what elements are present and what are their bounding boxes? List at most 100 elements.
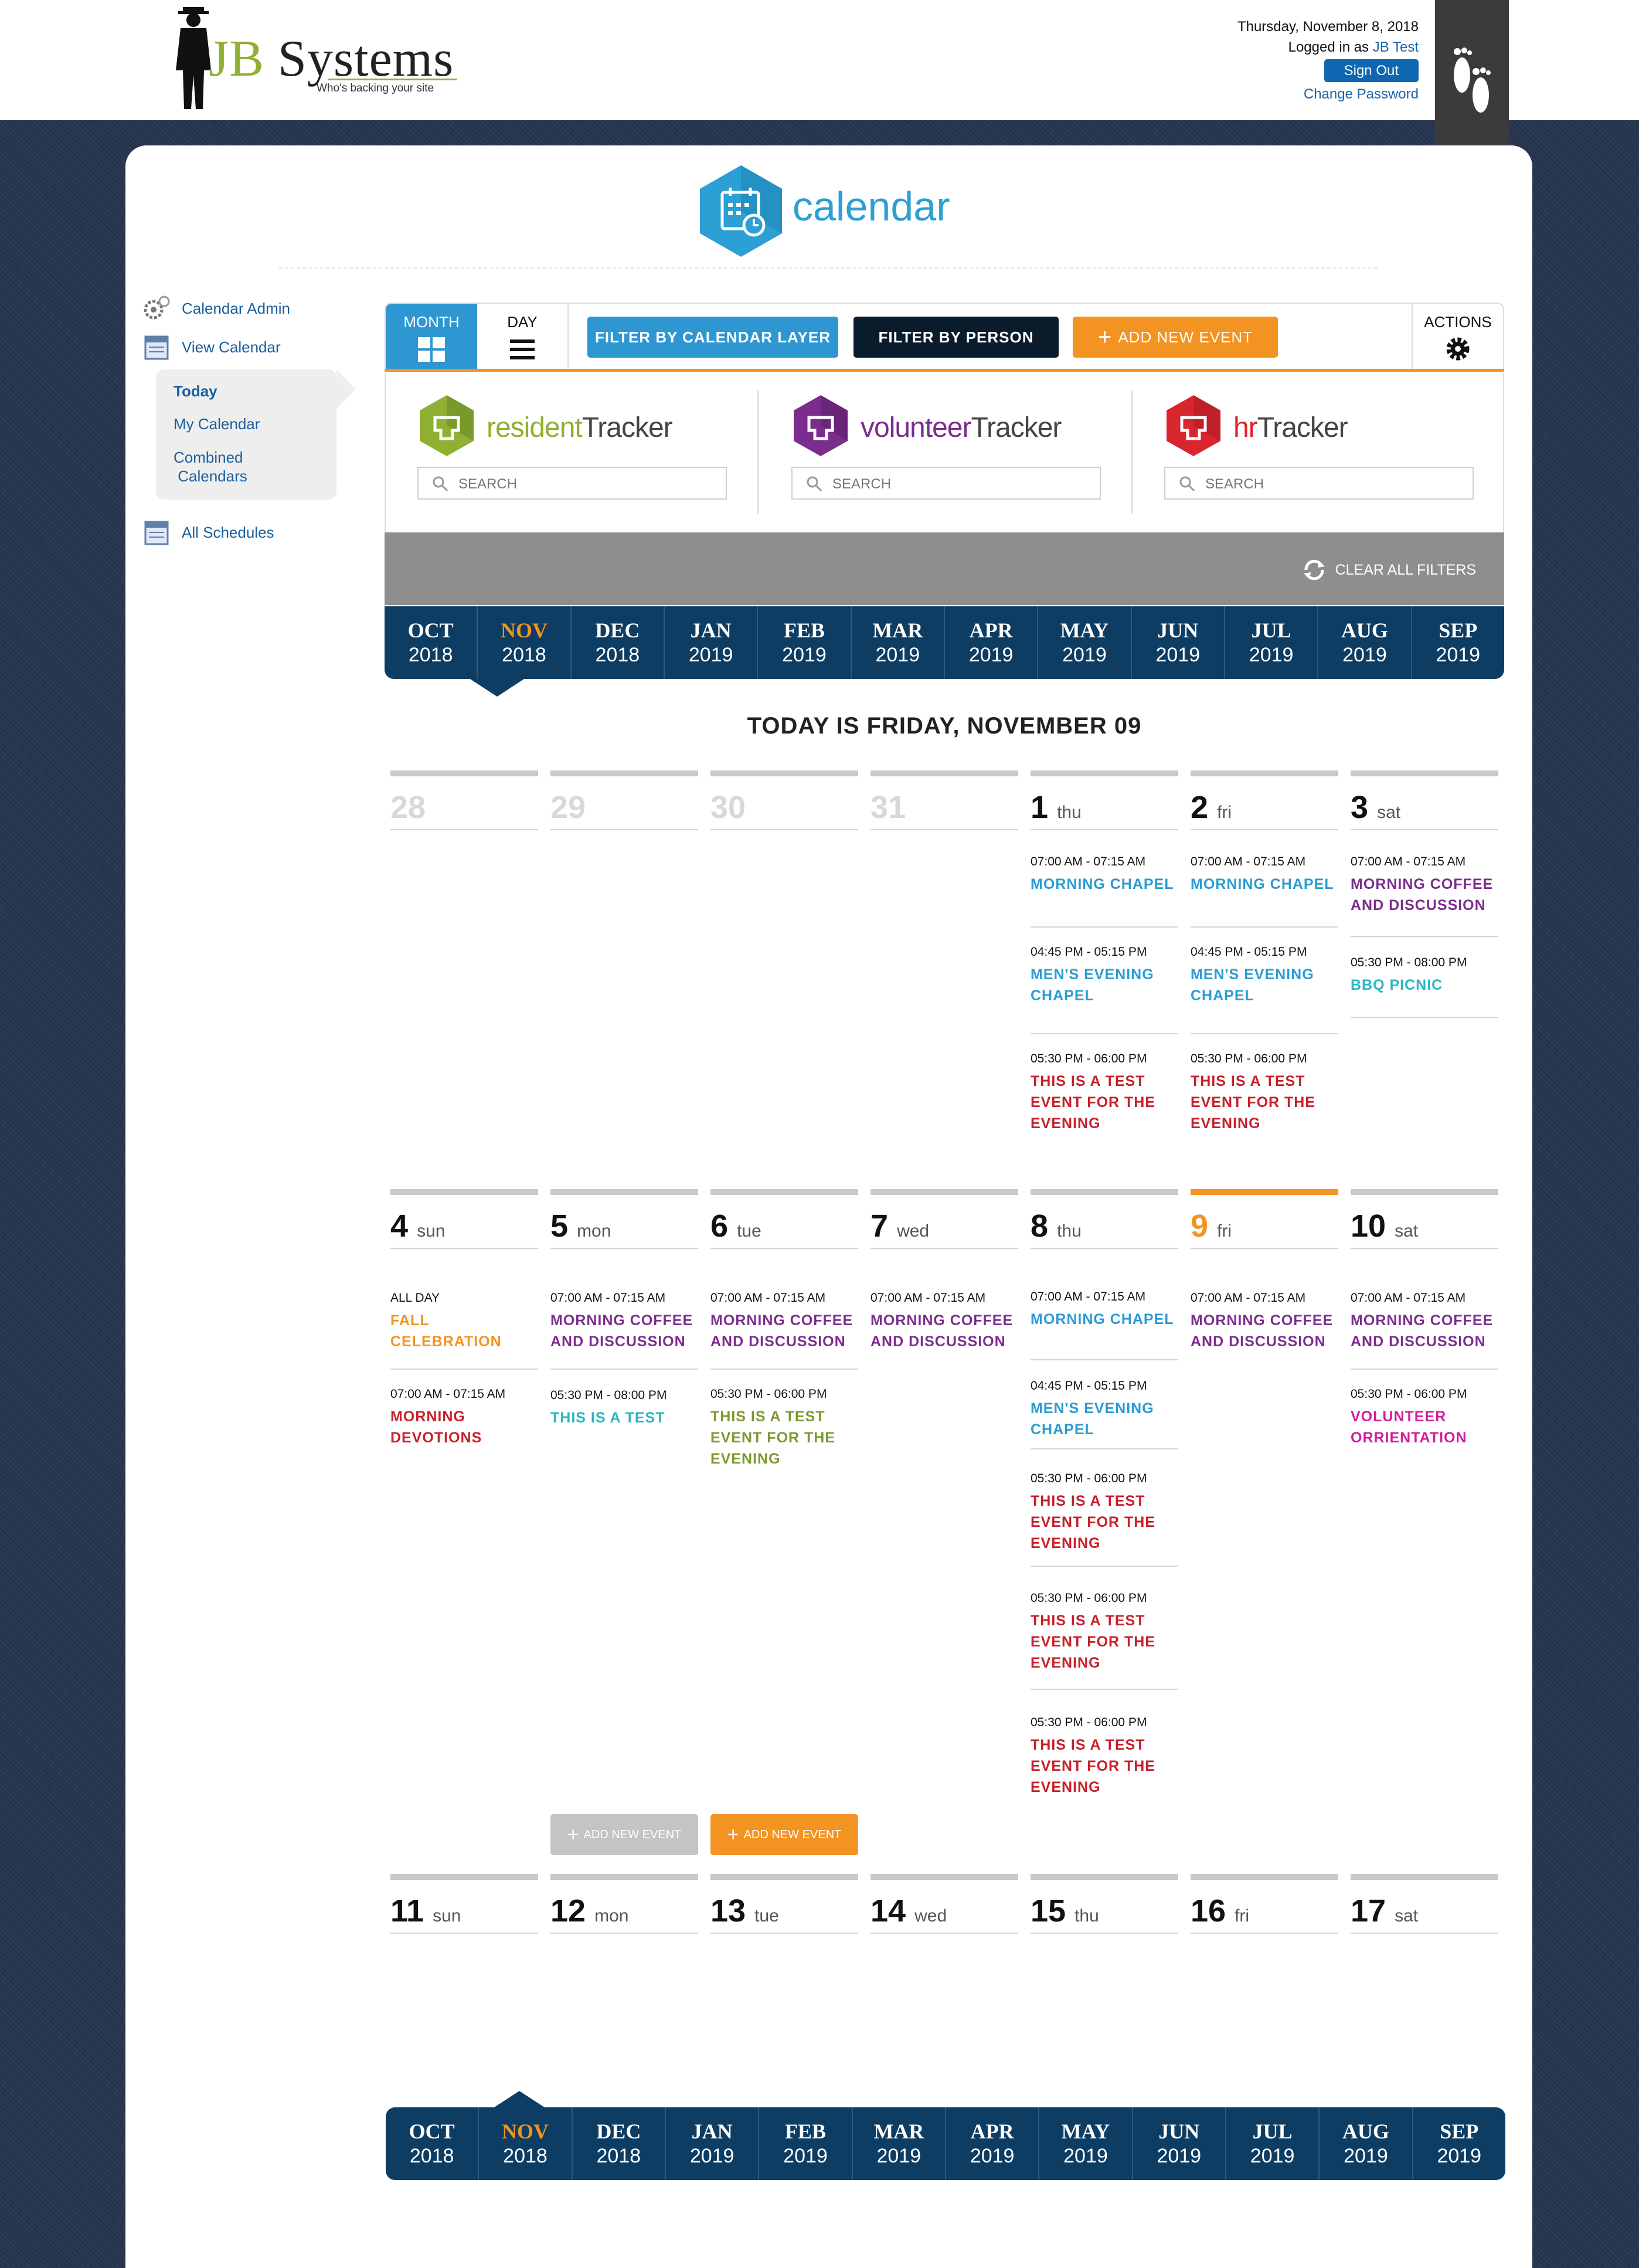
day-cell[interactable]: 10 sat — [1351, 1189, 1498, 1249]
month-tab-aug-2019[interactable]: AUG 2019 — [1317, 606, 1410, 679]
resident-search-input[interactable]: SEARCH — [417, 467, 727, 500]
month-tab-apr-2019[interactable]: APR 2019 — [944, 2107, 1038, 2180]
calendar-event[interactable]: 04:45 PM - 05:15 PM MEN'S EVENING CHAPEL — [1031, 945, 1178, 1006]
month-tab-aug-2019[interactable]: AUG 2019 — [1318, 2107, 1412, 2180]
month-tab-mar-2019[interactable]: MAR 2019 — [851, 2107, 945, 2180]
sidebar-item-all-schedules[interactable]: All Schedules — [141, 518, 274, 546]
sidebar-item-calendar-admin[interactable]: Calendar Admin — [141, 294, 290, 322]
add-new-event-button[interactable]: + ADD NEW EVENT — [710, 1814, 858, 1855]
month-tab-jun-2019[interactable]: JUN 2019 — [1130, 606, 1224, 679]
user-link[interactable]: JB Test — [1373, 39, 1419, 55]
month-tab-dec-2018[interactable]: DEC 2018 — [570, 606, 664, 679]
sidebar-item-today[interactable]: Today — [174, 382, 217, 400]
month-tab-nov-2018[interactable]: NOV 2018 — [478, 2107, 571, 2180]
month-tab-feb-2019[interactable]: FEB 2019 — [758, 2107, 851, 2180]
calendar-event[interactable]: 07:00 AM - 07:15 AM MORNING CHAPEL — [1031, 855, 1178, 895]
clear-all-filters-button[interactable]: CLEAR ALL FILTERS — [1301, 558, 1476, 582]
volunteer-search-input[interactable]: SEARCH — [791, 467, 1101, 500]
month-label: FEB — [784, 2120, 826, 2143]
calendar-event[interactable]: 05:30 PM - 08:00 PM BBQ PICNIC — [1351, 956, 1498, 996]
tab-day[interactable]: DAY — [477, 304, 569, 369]
sidebar-item-combined-calendars[interactable]: Combined Calendars — [174, 448, 247, 485]
filter-by-person-button[interactable]: FILTER BY PERSON — [853, 317, 1059, 358]
day-cell[interactable]: 31 — [870, 770, 1018, 830]
calendar-event[interactable]: ALL DAY FALL CELEBRATION — [390, 1291, 538, 1352]
actions-menu[interactable]: ACTIONS — [1412, 304, 1503, 369]
calendar-event[interactable]: 07:00 AM - 07:15 AM MORNING COFFEE AND DIS… — [1191, 1291, 1338, 1352]
sidebar-item-my-calendar[interactable]: My Calendar — [174, 415, 260, 433]
calendar-event[interactable]: 05:30 PM - 08:00 PM THIS IS A TEST — [550, 1388, 698, 1428]
day-cell[interactable]: 11 sun — [390, 1874, 538, 1934]
calendar-event[interactable]: 07:00 AM - 07:15 AM MORNING COFFEE AND DIS… — [1351, 855, 1498, 916]
month-tab-jul-2019[interactable]: JUL 2019 — [1225, 2107, 1318, 2180]
day-cell[interactable]: 2 fri — [1191, 770, 1338, 830]
month-tab-oct-2018[interactable]: OCT 2018 — [386, 2107, 478, 2180]
calendar-event[interactable]: 05:30 PM - 06:00 PM VOLUNTEER ORRIENTATION — [1351, 1387, 1498, 1448]
calendar-event[interactable]: 04:45 PM - 05:15 PM MEN'S EVENING CHAPEL — [1191, 945, 1338, 1006]
day-cell[interactable]: 5 mon — [550, 1189, 698, 1249]
day-cell[interactable]: 1 thu — [1031, 770, 1178, 830]
calendar-event[interactable]: 04:45 PM - 05:15 PM MEN'S EVENING CHAPEL — [1031, 1379, 1178, 1440]
day-bar — [710, 770, 858, 776]
day-cell[interactable]: 9 fri — [1191, 1189, 1338, 1249]
tab-month[interactable]: MONTH — [386, 304, 477, 369]
month-tab-may-2019[interactable]: MAY 2019 — [1037, 606, 1130, 679]
day-cell[interactable]: 13 tue — [710, 1874, 858, 1934]
sign-out-button[interactable]: Sign Out — [1324, 59, 1419, 82]
top-header: JB Systems Who's backing your site Thurs… — [0, 0, 1639, 120]
day-cell[interactable]: 29 — [550, 770, 698, 830]
sidebar-item-view-calendar[interactable]: View Calendar — [141, 333, 281, 361]
refresh-icon — [1303, 559, 1325, 580]
day-cell[interactable]: 14 wed — [870, 1874, 1018, 1934]
day-cell[interactable]: 6 tue — [710, 1189, 858, 1249]
day-cell[interactable]: 8 thu — [1031, 1189, 1178, 1249]
day-number: 17 sat — [1351, 1880, 1498, 1934]
month-tab-sep-2019[interactable]: SEP 2019 — [1410, 606, 1504, 679]
day-cell[interactable]: 4 sun — [390, 1189, 538, 1249]
footprint-ribbon[interactable] — [1435, 0, 1509, 167]
day-cell[interactable]: 17 sat — [1351, 1874, 1498, 1934]
calendar-event[interactable]: 05:30 PM - 06:00 PM THIS IS A TEST EVENT F… — [1031, 1716, 1178, 1798]
day-cell[interactable]: 16 fri — [1191, 1874, 1338, 1934]
calendar-event[interactable]: 07:00 AM - 07:15 AM MORNING DEVOTIONS — [390, 1387, 538, 1448]
month-tab-nov-2018[interactable]: NOV 2018 — [477, 606, 570, 679]
month-tab-oct-2018[interactable]: OCT 2018 — [385, 606, 477, 679]
month-tab-jan-2019[interactable]: JAN 2019 — [664, 2107, 758, 2180]
month-tab-dec-2018[interactable]: DEC 2018 — [571, 2107, 665, 2180]
day-cell[interactable]: 28 — [390, 770, 538, 830]
month-tab-apr-2019[interactable]: APR 2019 — [943, 606, 1037, 679]
change-password-link[interactable]: Change Password — [1237, 84, 1419, 104]
year-label: 2019 — [876, 2145, 921, 2167]
calendar-event[interactable]: 07:00 AM - 07:15 AM MORNING CHAPEL — [1191, 855, 1338, 895]
month-tab-jun-2019[interactable]: JUN 2019 — [1131, 2107, 1225, 2180]
calendar-event[interactable]: 05:30 PM - 06:00 PM THIS IS A TEST EVENT F… — [1031, 1591, 1178, 1673]
calendar-event[interactable]: 05:30 PM - 06:00 PM THIS IS A TEST EVENT F… — [710, 1387, 858, 1469]
calendar-event[interactable]: 05:30 PM - 06:00 PM THIS IS A TEST EVENT F… — [1191, 1052, 1338, 1134]
hr-search-input[interactable]: SEARCH — [1164, 467, 1474, 500]
calendar-event[interactable]: 07:00 AM - 07:15 AM MORNING CHAPEL — [1031, 1290, 1178, 1330]
calendar-event[interactable]: 07:00 AM - 07:15 AM MORNING COFFEE AND DIS… — [710, 1291, 858, 1352]
event-time: 04:45 PM - 05:15 PM — [1031, 1379, 1147, 1393]
month-tab-jul-2019[interactable]: JUL 2019 — [1223, 606, 1317, 679]
filter-calendar-layer-button[interactable]: FILTER BY CALENDAR LAYER — [587, 317, 838, 358]
day-cell[interactable]: 30 — [710, 770, 858, 830]
month-tab-sep-2019[interactable]: SEP 2019 — [1412, 2107, 1505, 2180]
event-title: MORNING COFFEE AND DISCUSSION — [550, 1312, 693, 1350]
month-tab-may-2019[interactable]: MAY 2019 — [1038, 2107, 1131, 2180]
calendar-event[interactable]: 07:00 AM - 07:15 AM MORNING COFFEE AND DIS… — [1351, 1291, 1498, 1352]
calendar-event[interactable]: 05:30 PM - 06:00 PM THIS IS A TEST EVENT F… — [1031, 1472, 1178, 1554]
add-new-event-button[interactable]: + ADD NEW EVENT — [1073, 317, 1278, 358]
day-cell[interactable]: 7 wed — [870, 1189, 1018, 1249]
day-cell[interactable]: 15 thu — [1031, 1874, 1178, 1934]
month-tab-mar-2019[interactable]: MAR 2019 — [850, 606, 944, 679]
month-label: SEP — [1440, 2120, 1479, 2143]
calendar-event[interactable]: 05:30 PM - 06:00 PM THIS IS A TEST EVENT F… — [1031, 1052, 1178, 1134]
day-cell[interactable]: 3 sat — [1351, 770, 1498, 830]
add-new-event-button[interactable]: + ADD NEW EVENT — [550, 1814, 698, 1855]
calendar-event[interactable]: 07:00 AM - 07:15 AM MORNING COFFEE AND DIS… — [870, 1291, 1018, 1352]
day-cell[interactable]: 12 mon — [550, 1874, 698, 1934]
month-tab-feb-2019[interactable]: FEB 2019 — [757, 606, 850, 679]
month-tab-jan-2019[interactable]: JAN 2019 — [663, 606, 757, 679]
day-number: 13 tue — [710, 1880, 858, 1934]
calendar-event[interactable]: 07:00 AM - 07:15 AM MORNING COFFEE AND DIS… — [550, 1291, 698, 1352]
